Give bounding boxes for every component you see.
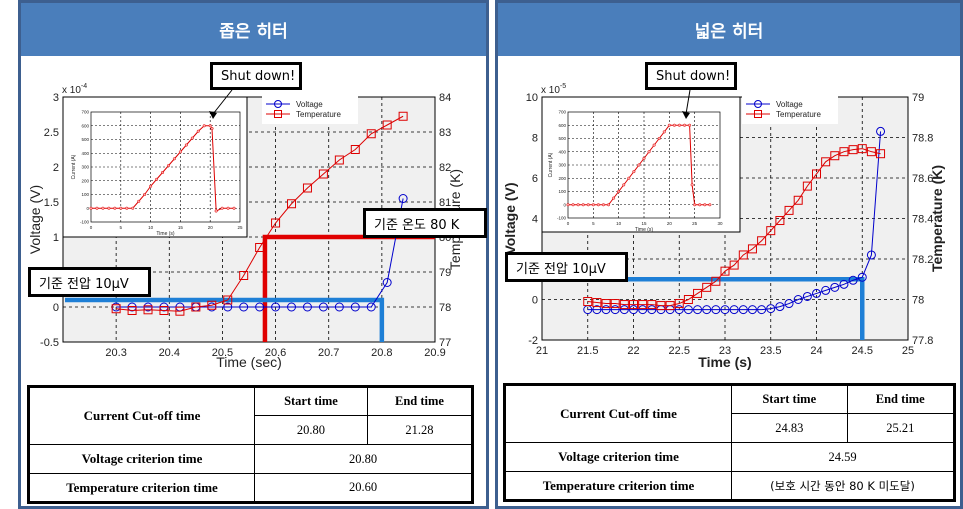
current-cutoff-label: Current Cut-off time (504, 384, 732, 443)
cutoff-time-table: Current Cut-off time Start time End time… (27, 385, 474, 504)
voltage-reference-callout: 기준 전압 10μV (28, 267, 151, 297)
end-time-header: End time (846, 384, 955, 414)
cutoff-time-table: Current Cut-off time Start time End time… (503, 383, 956, 502)
temperature-criterion-value: (보호 시간 동안 80 K 미도달) (731, 471, 955, 501)
end-time-value: 25.21 (846, 413, 955, 443)
current-cutoff-label: Current Cut-off time (28, 386, 255, 445)
start-time-header: Start time (731, 384, 848, 414)
end-time-header: End time (366, 386, 474, 416)
temperature-reference-callout: 기준 온도 80 K (363, 208, 487, 238)
panel-title: 넓은 히터 (498, 3, 960, 56)
voltage-criterion-value: 20.80 (254, 444, 473, 474)
temperature-criterion-value: 20.60 (254, 473, 473, 503)
shutdown-callout: Shut down! (210, 62, 302, 90)
panel-title: 좁은 히터 (21, 3, 486, 56)
start-time-header: Start time (254, 386, 368, 416)
shutdown-callout: Shut down! (645, 62, 737, 90)
voltage-criterion-label: Voltage criterion time (504, 442, 732, 472)
voltage-criterion-value: 24.59 (731, 442, 955, 472)
temperature-criterion-label: Temperature criterion time (28, 473, 255, 503)
end-time-value: 21.28 (366, 415, 474, 445)
temperature-criterion-label: Temperature criterion time (504, 471, 732, 501)
start-time-value: 24.83 (731, 413, 848, 443)
voltage-criterion-label: Voltage criterion time (28, 444, 255, 474)
voltage-reference-callout: 기준 전압 10μV (505, 252, 628, 282)
start-time-value: 20.80 (254, 415, 368, 445)
